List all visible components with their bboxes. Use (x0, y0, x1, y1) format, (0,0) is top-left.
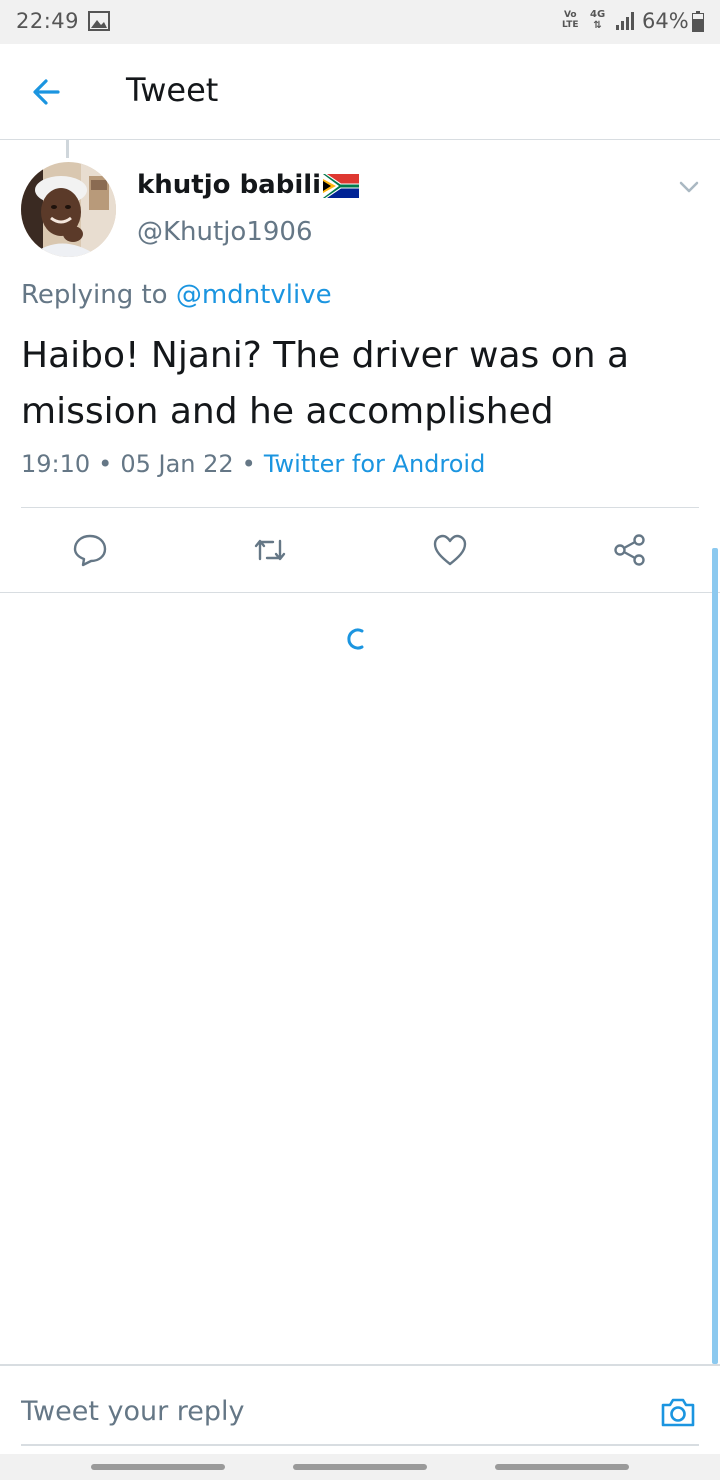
display-name[interactable]: khutjo babili (137, 170, 360, 200)
volte-indicator: Vo LTE (562, 10, 579, 30)
retweet-button[interactable] (251, 532, 289, 568)
status-bar: 22:49 Vo LTE 4G ⇅ 64% (0, 0, 720, 44)
nav-gesture-left[interactable] (91, 1464, 225, 1470)
divider (0, 592, 720, 593)
tweet-actions-bar (0, 508, 720, 592)
reply-composer (0, 1364, 720, 1454)
tweet-source-link[interactable]: Twitter for Android (264, 450, 485, 478)
share-icon (614, 534, 645, 566)
system-nav-bar (0, 1454, 720, 1480)
chevron-down-icon (679, 181, 699, 193)
tweet-text: Haibo! Njani? The driver was on a missio… (21, 335, 630, 432)
replying-to-line: Replying to @mdntvlive (21, 280, 332, 310)
tweet-time: 19:10 (21, 450, 91, 478)
thread-connector (66, 140, 69, 158)
reply-input[interactable] (21, 1386, 621, 1436)
meta-separator: • (241, 450, 256, 478)
nav-gesture-home[interactable] (293, 1464, 427, 1470)
camera-icon (661, 1398, 695, 1427)
battery-percentage: 64% (642, 9, 689, 33)
retweet-icon (254, 539, 286, 561)
app-header: Tweet (0, 44, 720, 140)
reply-input-underline (21, 1444, 699, 1446)
like-icon (433, 534, 467, 566)
battery-icon (692, 11, 704, 32)
gallery-notification-icon (88, 11, 110, 31)
meta-separator: • (98, 450, 113, 478)
tweet-date: 05 Jan 22 (120, 450, 234, 478)
south-africa-flag-icon (323, 173, 360, 198)
network-indicator: 4G ⇅ (590, 9, 606, 31)
camera-button[interactable] (659, 1394, 697, 1430)
avatar[interactable] (21, 162, 116, 257)
tweet-menu-button[interactable] (676, 176, 702, 198)
reply-button[interactable] (71, 532, 109, 568)
page-title: Tweet (126, 71, 219, 109)
loading-spinner-icon (343, 625, 369, 653)
status-time: 22:49 (16, 9, 80, 33)
replying-to-mention-link[interactable]: @mdntvlive (176, 280, 332, 310)
share-button[interactable] (611, 532, 649, 568)
like-button[interactable] (431, 532, 469, 568)
arrow-left-icon (33, 79, 60, 105)
tweet-meta: 19:10 • 05 Jan 22 • Twitter for Android (21, 450, 485, 478)
nav-gesture-right[interactable] (495, 1464, 629, 1470)
reply-icon (73, 534, 107, 567)
back-button[interactable] (24, 72, 74, 112)
signal-icon (614, 11, 636, 31)
user-handle[interactable]: @Khutjo1906 (137, 217, 313, 247)
scrollbar[interactable] (712, 548, 718, 1364)
